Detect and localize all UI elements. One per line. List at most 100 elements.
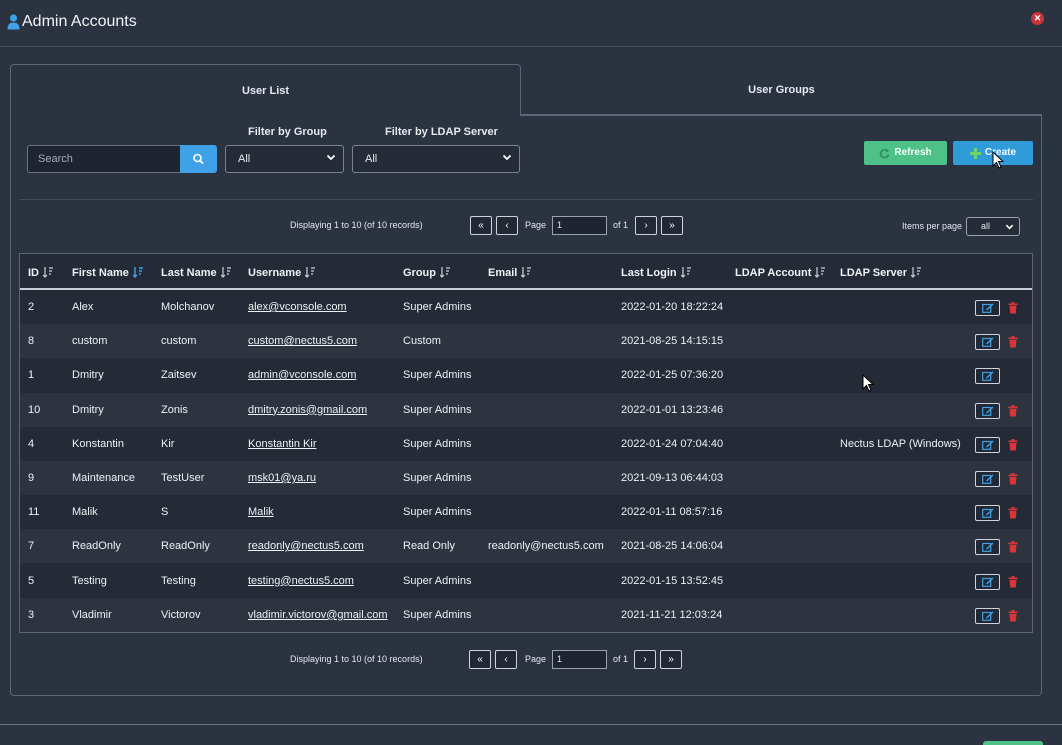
column-header-first-name[interactable]: First Name <box>72 266 144 279</box>
table-row: 7 ReadOnly ReadOnly readonly@nectus5.com Rea… <box>20 529 1032 564</box>
table-header: ID First Name Last Name Username Group E… <box>20 254 1032 290</box>
first-page-button[interactable]: « <box>469 650 491 669</box>
column-header-ldap-account[interactable]: LDAP Account <box>735 266 826 279</box>
cell-username[interactable]: readonly@nectus5.com <box>248 540 364 552</box>
cell-first-name: Malik <box>72 506 98 519</box>
cell-ldap-server: Nectus LDAP (Windows) <box>840 437 961 450</box>
search-button[interactable] <box>180 145 217 173</box>
delete-icon[interactable] <box>1008 335 1018 348</box>
filter-group-select[interactable]: All <box>225 145 344 173</box>
mouse-cursor-icon <box>862 374 875 392</box>
page-of-text: of 1 <box>613 220 629 230</box>
first-page-button[interactable]: « <box>470 216 492 235</box>
edit-icon <box>982 337 994 348</box>
edit-button[interactable] <box>975 368 1000 385</box>
cell-group: Super Admins <box>403 506 472 519</box>
edit-icon <box>982 508 994 519</box>
cell-last-login: 2021-08-25 14:06:04 <box>621 540 724 553</box>
delete-icon[interactable] <box>1008 438 1018 451</box>
refresh-button[interactable]: Refresh <box>864 141 947 165</box>
column-header-last-name[interactable]: Last Name <box>161 266 232 279</box>
prev-page-button[interactable]: ‹ <box>495 650 517 669</box>
cell-last-login: 2022-01-01 13:23:46 <box>621 403 724 416</box>
cell-group: Super Admins <box>403 403 472 416</box>
filter-ldap-label: Filter by LDAP Server <box>385 126 498 138</box>
last-page-button[interactable]: » <box>660 650 682 669</box>
table-row: 1 Dmitry Zaitsev admin@vconsole.com Super Ad… <box>20 358 1032 392</box>
items-per-page-select[interactable]: all <box>966 217 1020 236</box>
page-input[interactable]: 1 <box>552 650 607 669</box>
sort-icon <box>220 267 231 278</box>
page-input[interactable]: 1 <box>552 216 607 235</box>
cell-email: readonly@nectus5.com <box>488 540 604 553</box>
edit-icon <box>982 577 994 587</box>
sort-icon <box>521 267 532 278</box>
cell-first-name: ReadOnly <box>72 540 121 553</box>
cell-username[interactable]: admin@vconsole.com <box>248 369 356 381</box>
column-header-ldap-server[interactable]: LDAP Server <box>840 266 922 279</box>
refresh-icon <box>880 148 890 158</box>
cell-group: Super Admins <box>403 574 472 587</box>
table-row: 10 Dmitry Zonis dmitry.zonis@gmail.com Super… <box>20 392 1032 427</box>
delete-icon[interactable] <box>1008 301 1018 314</box>
delete-icon[interactable] <box>1008 506 1018 519</box>
cell-username[interactable]: dmitry.zonis@gmail.com <box>248 404 367 416</box>
search-box <box>27 145 217 173</box>
next-page-button[interactable]: › <box>634 650 656 669</box>
column-header-group[interactable]: Group <box>403 266 451 279</box>
cell-username[interactable]: Malik <box>248 506 274 518</box>
edit-icon <box>982 474 994 484</box>
edit-button[interactable] <box>975 334 1000 351</box>
refresh-label: Refresh <box>894 147 932 158</box>
cell-last-login: 2022-01-25 07:36:20 <box>621 369 724 382</box>
last-page-button[interactable]: » <box>661 216 683 235</box>
cell-last-name: Victorov <box>161 608 201 621</box>
edit-button[interactable] <box>975 607 1000 624</box>
cell-first-name: custom <box>72 335 108 348</box>
sort-icon <box>911 267 922 278</box>
edit-button[interactable] <box>975 471 1000 487</box>
delete-icon[interactable] <box>1008 540 1018 553</box>
edit-button[interactable] <box>975 505 1000 522</box>
cell-username[interactable]: vladimir.victorov@gmail.com <box>248 609 388 621</box>
sort-icon <box>305 267 316 278</box>
filter-ldap-select[interactable]: All <box>352 145 520 173</box>
delete-icon[interactable] <box>1008 609 1018 622</box>
sort-icon <box>440 267 450 278</box>
column-header-username[interactable]: Username <box>248 266 316 279</box>
column-header-id[interactable]: ID <box>28 266 54 279</box>
edit-button[interactable] <box>975 436 1000 453</box>
tab-user-groups[interactable]: User Groups <box>521 64 1042 115</box>
delete-icon[interactable] <box>1008 472 1018 485</box>
tab-user-list[interactable]: User List <box>10 64 521 116</box>
cell-id: 4 <box>28 437 35 450</box>
cell-username[interactable]: alex@vconsole.com <box>248 301 347 313</box>
cell-last-login: 2021-09-13 06:44:03 <box>621 472 724 484</box>
page-label: Page <box>525 654 547 664</box>
cell-group: Super Admins <box>403 472 472 484</box>
sort-icon <box>680 267 691 278</box>
close-icon[interactable]: ✕ <box>1031 12 1044 25</box>
delete-icon[interactable] <box>1008 404 1018 417</box>
cell-username[interactable]: testing@nectus5.com <box>248 575 354 587</box>
edit-button[interactable] <box>975 573 1000 590</box>
cell-username[interactable]: Konstantin Kir <box>248 438 316 450</box>
prev-page-button[interactable]: ‹ <box>496 216 518 235</box>
cell-group: Super Admins <box>403 608 472 621</box>
search-input[interactable] <box>27 145 180 173</box>
delete-icon[interactable] <box>1008 575 1018 588</box>
column-header-email[interactable]: Email <box>488 266 532 279</box>
edit-button[interactable] <box>975 539 1000 556</box>
footer-divider <box>0 724 1062 725</box>
next-page-button[interactable]: › <box>635 216 657 235</box>
cell-username[interactable]: custom@nectus5.com <box>248 335 357 347</box>
column-header-last-login[interactable]: Last Login <box>621 266 692 279</box>
footer-button[interactable] <box>983 741 1043 745</box>
user-icon <box>7 14 20 30</box>
cell-username[interactable]: msk01@ya.ru <box>248 472 316 484</box>
edit-button[interactable] <box>975 402 1000 419</box>
cell-id: 3 <box>28 608 35 621</box>
edit-button[interactable] <box>975 300 1000 316</box>
edit-icon <box>982 440 994 450</box>
cell-group: Read Only <box>403 540 455 553</box>
